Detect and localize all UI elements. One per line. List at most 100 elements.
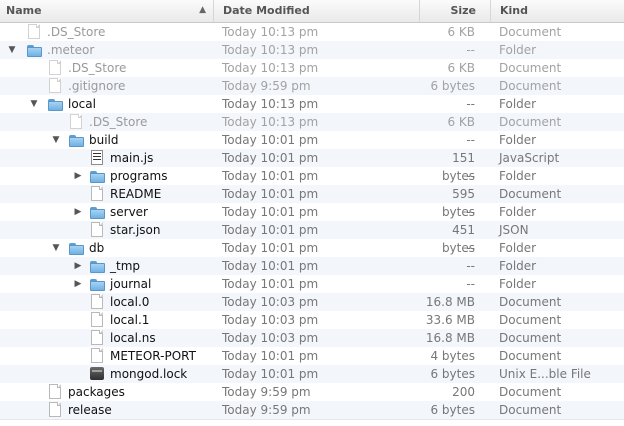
file-row[interactable]: .DS_Store Today 10:13 pm 6 KB Document — [0, 23, 624, 41]
document-icon — [89, 348, 105, 364]
disclosure-placeholder — [28, 77, 40, 95]
file-name: .DS_Store — [47, 25, 106, 39]
file-row[interactable]: README Today 10:01 pm 595 bytes Document — [0, 185, 624, 219]
file-row[interactable]: METEOR-PORT Today 10:01 pm 4 bytes Document — [0, 347, 624, 365]
file-row[interactable]: local.0 Today 10:03 pm 16.8 MB Document — [0, 293, 624, 311]
folder-icon — [68, 132, 84, 148]
disclosure-expanded-icon[interactable]: ▼ — [28, 95, 40, 113]
file-row[interactable]: release Today 9:59 pm 6 bytes Document — [0, 401, 624, 419]
column-header-date-modified[interactable]: Date Modified — [213, 0, 419, 22]
file-name: local.1 — [110, 313, 150, 327]
document-icon — [89, 186, 105, 202]
date-modified: Today 10:01 pm — [222, 259, 319, 273]
file-row[interactable]: local.ns Today 10:03 pm 16.8 MB Document — [0, 329, 624, 347]
file-kind: Document — [499, 187, 562, 201]
file-kind: Unix E...ble File — [499, 367, 591, 381]
date-modified: Today 10:13 pm — [222, 43, 319, 57]
file-size: -- — [466, 205, 475, 219]
file-row[interactable]: ▼ build Today 10:01 pm -- Folder — [0, 131, 624, 149]
date-modified: Today 10:13 pm — [222, 97, 319, 111]
document-icon — [47, 402, 63, 418]
file-row[interactable]: mongod.lock Today 10:01 pm 6 bytes Unix E..… — [0, 365, 624, 383]
file-size: 6 KB — [447, 115, 475, 129]
document-icon — [47, 60, 63, 76]
file-row[interactable]: .DS_Store Today 10:13 pm 6 KB Document — [0, 59, 624, 77]
disclosure-placeholder — [50, 113, 62, 131]
file-row[interactable]: ▶ journal Today 10:01 pm -- Folder — [0, 275, 624, 293]
file-name: .meteor — [47, 43, 95, 57]
disclosure-expanded-icon[interactable]: ▼ — [50, 131, 62, 149]
disclosure-placeholder — [72, 329, 84, 347]
file-kind: JavaScript — [499, 151, 560, 165]
date-modified: Today 10:01 pm — [222, 169, 319, 183]
file-size: -- — [466, 133, 475, 147]
file-row[interactable]: ▶ programs Today 10:01 pm -- Folder — [0, 167, 624, 185]
disclosure-collapsed-icon[interactable]: ▶ — [72, 203, 84, 221]
file-row[interactable]: ▼ db Today 10:01 pm -- Folder — [0, 239, 624, 257]
file-kind: Folder — [499, 277, 537, 291]
disclosure-placeholder — [28, 401, 40, 419]
file-size: 6 KB — [447, 61, 475, 75]
file-row[interactable]: ▶ server Today 10:01 pm -- Folder — [0, 203, 624, 221]
document-icon — [26, 24, 42, 40]
disclosure-expanded-icon[interactable]: ▼ — [6, 41, 18, 59]
folder-icon — [89, 168, 105, 184]
file-row[interactable]: main.js Today 10:01 pm 151 bytes JavaScript — [0, 149, 624, 183]
file-name: .gitignore — [68, 79, 126, 93]
file-kind: Folder — [499, 97, 537, 111]
folder-icon — [68, 240, 84, 256]
file-size: 6 bytes — [430, 403, 475, 417]
file-name: README — [110, 187, 162, 201]
file-row[interactable]: ▶ _tmp Today 10:01 pm -- Folder — [0, 257, 624, 275]
column-header-size[interactable]: Size — [419, 0, 490, 22]
document-icon — [89, 330, 105, 346]
disclosure-expanded-icon[interactable]: ▼ — [50, 239, 62, 257]
file-kind: Document — [499, 115, 562, 129]
file-name: build — [89, 133, 119, 147]
file-row[interactable]: local.1 Today 10:03 pm 33.6 MB Document — [0, 311, 624, 329]
file-name: local.ns — [110, 331, 156, 345]
file-kind: JSON — [499, 223, 529, 237]
file-kind: Folder — [499, 43, 537, 57]
column-header-name[interactable]: Name ▲ — [0, 0, 213, 22]
file-size: -- — [466, 241, 475, 255]
date-modified: Today 10:03 pm — [222, 295, 319, 309]
file-kind: Document — [499, 295, 562, 309]
disclosure-collapsed-icon[interactable]: ▶ — [72, 257, 84, 275]
column-header-size-label: Size — [450, 4, 476, 17]
file-row[interactable]: star.json Today 10:01 pm 451 bytes JSON — [0, 221, 624, 255]
file-row[interactable]: .gitignore Today 9:59 pm 6 bytes Document — [0, 77, 624, 95]
file-name: star.json — [110, 223, 161, 237]
date-modified: Today 10:13 pm — [222, 115, 319, 129]
date-modified: Today 10:03 pm — [222, 331, 319, 345]
column-header-kind[interactable]: Kind — [490, 0, 624, 22]
disclosure-collapsed-icon[interactable]: ▶ — [72, 275, 84, 293]
document-icon — [89, 312, 105, 328]
file-name: release — [68, 403, 112, 417]
disclosure-placeholder — [72, 311, 84, 329]
file-size: 6 KB — [447, 25, 475, 39]
document-icon — [47, 78, 63, 94]
date-modified: Today 9:59 pm — [222, 403, 311, 417]
file-row[interactable]: .DS_Store Today 10:13 pm 6 KB Document — [0, 113, 624, 131]
date-modified: Today 10:01 pm — [222, 187, 319, 201]
file-row[interactable]: ▼ .meteor Today 10:13 pm -- Folder — [0, 41, 624, 59]
file-name: mongod.lock — [110, 367, 188, 381]
date-modified: Today 10:13 pm — [222, 61, 319, 75]
column-header-kind-label: Kind — [500, 4, 528, 17]
disclosure-placeholder — [72, 149, 84, 167]
file-name: journal — [110, 277, 152, 291]
file-row[interactable]: packagesToday 9:59 pm200 bytesDocument — [0, 383, 624, 417]
file-size: 16.8 MB — [425, 295, 475, 309]
disclosure-collapsed-icon[interactable]: ▶ — [72, 167, 84, 185]
disclosure-placeholder — [72, 221, 84, 239]
disclosure-placeholder — [72, 185, 84, 203]
javascript-file-icon — [89, 150, 105, 166]
file-name: db — [89, 241, 105, 255]
sort-ascending-icon: ▲ — [199, 5, 206, 15]
file-size: -- — [466, 97, 475, 111]
file-name: .DS_Store — [89, 115, 148, 129]
file-row[interactable]: ▼ local Today 10:13 pm -- Folder — [0, 95, 624, 113]
file-size: 16.8 MB — [425, 331, 475, 345]
file-name: .DS_Store — [68, 61, 127, 75]
